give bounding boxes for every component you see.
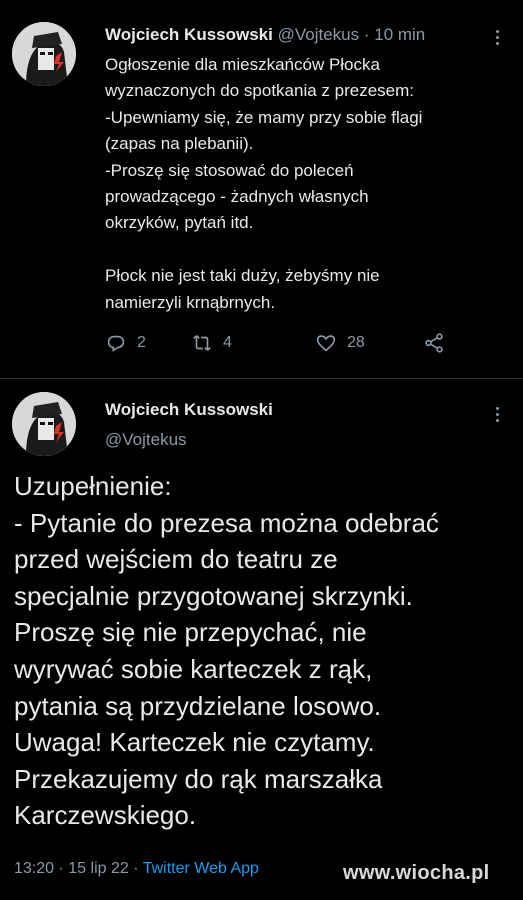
tweet-time[interactable]: 13:20 bbox=[14, 860, 54, 877]
tweet-actions: 2 4 28 bbox=[105, 332, 465, 356]
more-options-icon[interactable] bbox=[496, 404, 499, 425]
tweet-line: (zapas na plebanii). bbox=[105, 134, 254, 154]
more-options-icon[interactable] bbox=[496, 27, 499, 48]
tweet-line: wyznaczonych do spotkania z prezesem: bbox=[105, 81, 414, 101]
tweet-header: Wojciech Kussowski @Vojtekus · 10 min bbox=[105, 25, 425, 45]
tweet-line: pytania są przydzielane losowo. bbox=[14, 690, 382, 721]
tweet-line: prowadzącego - żadnych własnych bbox=[105, 187, 369, 207]
avatar[interactable] bbox=[12, 22, 76, 86]
tweet-line: -Upewniamy się, że mamy przy sobie flagi bbox=[105, 107, 423, 127]
tweet-line: przed wejściem do teatru ze bbox=[14, 544, 338, 575]
tweet-time[interactable]: 10 min bbox=[374, 25, 425, 44]
like-count: 28 bbox=[347, 334, 365, 351]
reply-count: 2 bbox=[137, 334, 146, 351]
meta-separator: · bbox=[128, 860, 143, 877]
retweet-button[interactable]: 4 bbox=[191, 332, 232, 354]
share-button[interactable] bbox=[423, 332, 455, 354]
tweet-line: namierzyli krnąbrnych. bbox=[105, 292, 276, 312]
tweet-line: Ogłoszenie dla mieszkańców Płocka bbox=[105, 55, 380, 74]
reply-button[interactable]: 2 bbox=[105, 332, 146, 354]
tweet-line: Uzupełnienie: bbox=[14, 471, 172, 501]
author-name[interactable]: Wojciech Kussowski bbox=[105, 25, 273, 44]
avatar[interactable] bbox=[12, 392, 76, 456]
time-separator: · bbox=[359, 25, 375, 44]
tweet-line: Płock nie jest taki duży, żebyśmy nie bbox=[105, 266, 380, 286]
tweet-text: Uzupełnienie: - Pytanie do prezesa można… bbox=[14, 468, 514, 834]
author-handle[interactable]: @Vojtekus bbox=[278, 25, 360, 44]
like-button[interactable]: 28 bbox=[315, 332, 365, 354]
watermark: www.wiocha.pl bbox=[343, 862, 490, 884]
retweet-icon bbox=[193, 335, 211, 351]
tweet-quoted[interactable]: Wojciech Kussowski @Vojtekus · 10 min Og… bbox=[0, 0, 523, 378]
tweet-line: specjalnie przygotowanej skrzynki. bbox=[14, 580, 413, 611]
retweet-count: 4 bbox=[223, 334, 232, 351]
tweet-line: Przekazujemy do rąk marszałka bbox=[14, 763, 383, 794]
tweet-date[interactable]: 15 lip 22 bbox=[68, 860, 129, 877]
source-app-link[interactable]: Twitter Web App bbox=[143, 860, 259, 877]
author-handle[interactable]: @Vojtekus bbox=[105, 430, 187, 450]
reply-icon bbox=[107, 335, 125, 352]
author-name[interactable]: Wojciech Kussowski bbox=[105, 400, 273, 420]
tweet-line: Proszę się nie przepychać, nie bbox=[14, 617, 367, 648]
tweet-meta: 13:20 · 15 lip 22 · Twitter Web App bbox=[14, 860, 259, 878]
tweet-line: Karczewskiego. bbox=[14, 800, 197, 831]
tweet-line: - Pytanie do prezesa można odebrać bbox=[14, 507, 439, 538]
tweet-line: okrzyków, pytań itd. bbox=[105, 213, 254, 233]
tweet-text: Ogłoszenie dla mieszkańców Płocka wyznac… bbox=[105, 52, 505, 316]
heart-icon bbox=[316, 335, 336, 352]
tweet-line: Uwaga! Karteczek nie czytamy. bbox=[14, 727, 375, 758]
share-icon bbox=[425, 333, 443, 353]
tweet-line: -Proszę się stosować do poleceń bbox=[105, 160, 354, 180]
tweet-line: wyrywać sobie karteczek z rąk, bbox=[14, 653, 373, 684]
meta-separator: · bbox=[54, 860, 69, 877]
divider bbox=[0, 378, 523, 379]
